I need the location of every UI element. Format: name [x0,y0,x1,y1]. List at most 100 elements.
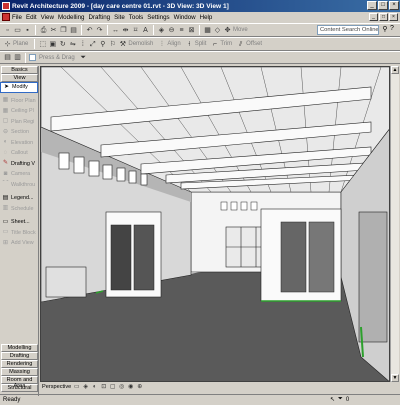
workset-icon[interactable]: ▦ [203,26,212,35]
shadows-icon[interactable]: ◐ [91,384,98,391]
menu-tools[interactable]: Tools [129,14,143,21]
design-item-floor-plan[interactable]: ▦ Floor Plan [0,96,38,107]
menu-settings[interactable]: Settings [147,14,169,21]
type-icon[interactable]: ▥ [13,53,22,62]
move-icon[interactable]: ✥ [223,26,232,35]
array-icon[interactable]: ⁞ [78,40,87,49]
open-icon[interactable]: ▭ [13,26,22,35]
reveal-hidden-icon[interactable]: ◉ [127,384,134,391]
design-item-add-view[interactable]: ⊞ Add View [0,238,38,249]
hide-isolate-icon[interactable]: ◎ [118,384,125,391]
close-hidden-icon[interactable]: ⊠ [187,26,196,35]
trim-label[interactable]: Trim [220,41,232,47]
view-scale-label[interactable]: Perspective [42,384,71,390]
content-search-input[interactable]: Content Search Online [317,25,379,35]
design-item-camera[interactable]: ◙ Camera [0,169,38,180]
paste-icon[interactable]: ▤ [69,26,78,35]
split-label[interactable]: Split [195,41,207,47]
tab-room-and-area[interactable]: Room and Area [1,376,38,389]
crop-icon[interactable]: ⊡ [100,384,107,391]
3d-view-canvas[interactable] [40,66,390,382]
vertical-scrollbar[interactable]: ▲ ▼ [390,66,399,382]
design-item-legend[interactable]: ▤ Legend... [0,193,38,204]
tab-drafting[interactable]: Drafting [1,352,38,360]
align-icon[interactable]: ⫶ [157,40,166,49]
show-crop-icon[interactable]: ▢ [109,384,116,391]
menu-edit[interactable]: Edit [26,14,37,21]
redo-icon[interactable]: ↷ [95,26,104,35]
help-icon[interactable]: ? [390,25,398,35]
selection-icon[interactable]: ↖ [330,396,335,403]
menu-file[interactable]: File [12,14,22,21]
close-button[interactable]: × [389,1,399,10]
design-option-icon[interactable]: ◇ [213,26,222,35]
measure-icon[interactable]: ↔ [111,26,120,35]
element-properties-icon[interactable]: ▤ [3,53,12,62]
select-icon[interactable]: ⬚ [38,40,47,49]
trim-icon[interactable]: ⌐ [210,40,219,49]
model-graphics-icon[interactable]: ◈ [82,384,89,391]
menu-drafting[interactable]: Drafting [88,14,110,21]
menu-site[interactable]: Site [114,14,125,21]
detail-level-icon[interactable]: ▭ [73,384,80,391]
demolish-label[interactable]: Demolish [128,41,153,47]
doc-restore-button[interactable]: □ [379,13,388,21]
plane-label[interactable]: Plane [13,41,28,47]
move-label[interactable]: Move [233,27,248,33]
new-icon[interactable]: ▫ [3,26,12,35]
menu-help[interactable]: Help [200,14,213,21]
filter-icon[interactable]: ⏷ [79,53,88,62]
thin-lines-icon[interactable]: ≡ [177,26,186,35]
search-icon[interactable]: ⚲ [380,25,390,35]
tab-structural[interactable]: Structural [1,384,38,392]
tab-rendering[interactable]: Rendering [1,360,38,368]
scale-icon[interactable]: ⤢ [88,40,97,49]
unpin-icon[interactable]: ⚐ [108,40,117,49]
split-icon[interactable]: ⟊ [185,40,194,49]
design-item-ceiling-plan[interactable]: ▦ Ceiling Pl [0,106,38,117]
menu-modelling[interactable]: Modelling [58,14,84,21]
section-icon[interactable]: ⊖ [167,26,176,35]
design-item-plan-region[interactable]: ▢ Plan Regi [0,117,38,128]
mirror-icon[interactable]: ⇋ [68,40,77,49]
design-item-callout[interactable]: ◌ Callout [0,148,38,159]
menu-view[interactable]: View [41,14,54,21]
copy-icon[interactable]: ❐ [59,26,68,35]
align-label[interactable]: Align [167,41,180,47]
tab-modelling[interactable]: Modelling [1,344,38,352]
tag-icon[interactable]: ⌑ [131,26,140,35]
rotate-icon[interactable]: ↻ [58,40,67,49]
demolish-icon[interactable]: ⚒ [118,40,127,49]
scroll-down-arrow[interactable]: ▼ [391,374,399,382]
group-icon[interactable]: ▣ [48,40,57,49]
3d-view-icon[interactable]: ◈ [157,26,166,35]
design-item-sheet[interactable]: ▭ Sheet... [0,217,38,228]
press-drag-checkbox[interactable] [29,54,36,61]
document-icon[interactable] [2,13,10,21]
doc-minimize-button[interactable]: _ [369,13,378,21]
steering-wheel-icon[interactable]: ⊕ [136,384,143,391]
design-item-drafting-view[interactable]: ✎ Drafting V [0,159,38,170]
design-item-title-block[interactable]: ▭ Title Block [0,228,38,239]
tab-massing[interactable]: Massing [1,368,38,376]
doc-close-button[interactable]: × [389,13,398,21]
design-item-schedule[interactable]: ▥ Schedule [0,204,38,215]
menu-window[interactable]: Window [174,14,196,21]
save-icon[interactable]: ▪ [23,26,32,35]
design-item-section[interactable]: ⊖ Section [0,127,38,138]
pin-icon[interactable]: ⚲ [98,40,107,49]
dimension-icon[interactable]: ⇹ [121,26,130,35]
cut-icon[interactable]: ✂ [49,26,58,35]
undo-icon[interactable]: ↶ [85,26,94,35]
work-plane-icon[interactable]: ⊹ [3,40,12,49]
tab-basics[interactable]: Basics [1,66,38,74]
offset-icon[interactable]: ⫽ [236,40,245,49]
offset-label[interactable]: Offset [246,41,262,47]
tab-view[interactable]: View [1,74,38,82]
print-icon[interactable]: ⎙ [39,26,48,35]
minimize-button[interactable]: _ [367,1,377,10]
design-item-walkthrough[interactable]: ⌒ Walkthrou [0,180,38,191]
text-icon[interactable]: A [141,26,150,35]
design-item-elevation[interactable]: ◐ Elevation [0,138,38,149]
modify-tool[interactable]: ➤ Modify [0,82,38,93]
